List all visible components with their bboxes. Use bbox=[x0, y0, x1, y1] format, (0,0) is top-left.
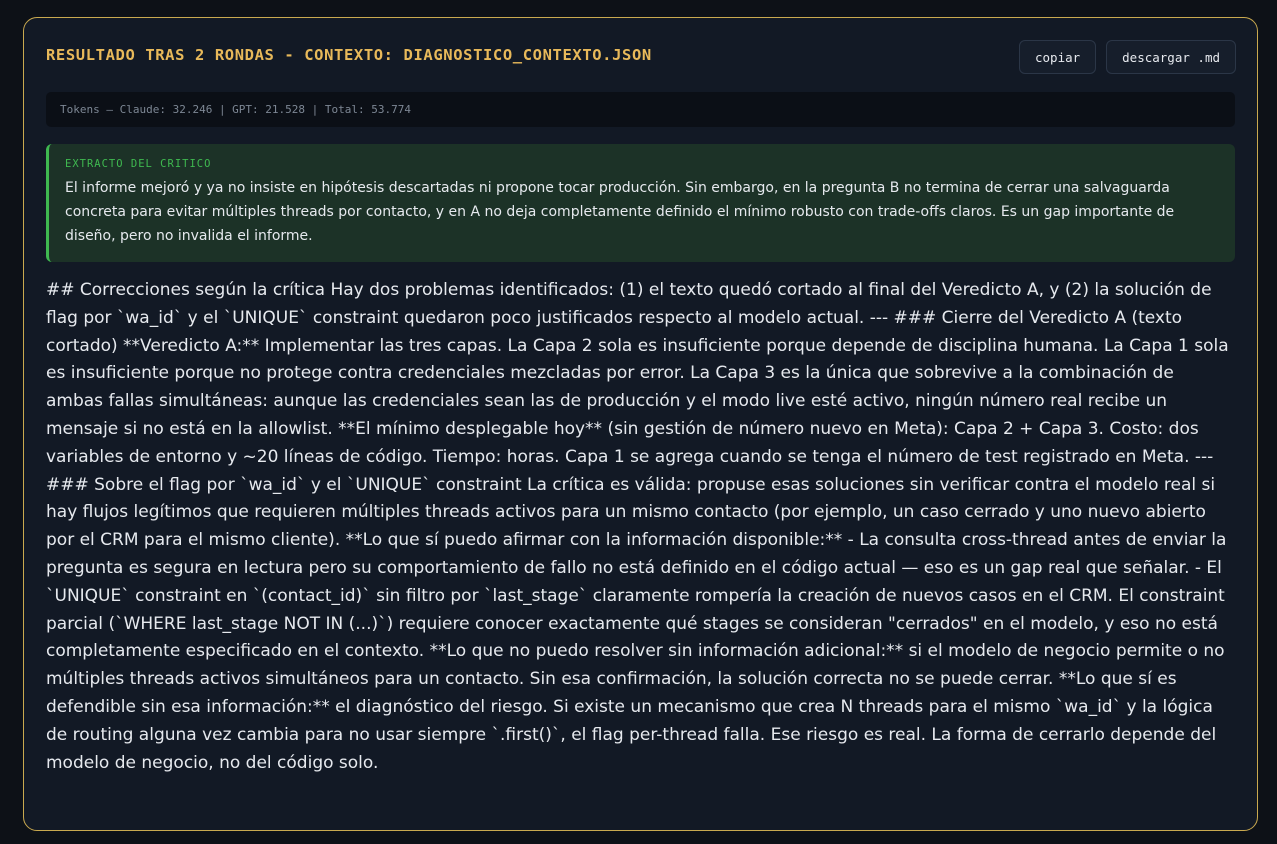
download-md-button[interactable]: descargar .md bbox=[1106, 40, 1236, 74]
critic-excerpt-text: El informe mejoró y ya no insiste en hip… bbox=[65, 180, 1175, 244]
header-actions: copiar descargar .md bbox=[1019, 40, 1236, 74]
token-usage-bar: Tokens — Claude: 32.246 | GPT: 21.528 | … bbox=[46, 92, 1235, 127]
result-panel: RESULTADO TRAS 2 RONDAS - CONTEXTO: DIAG… bbox=[23, 17, 1258, 831]
panel-header: RESULTADO TRAS 2 RONDAS - CONTEXTO: DIAG… bbox=[46, 40, 1236, 92]
critic-excerpt-label: EXTRACTO DEL CRITICO bbox=[65, 158, 212, 170]
result-body-text: ## Correcciones según la crítica Hay dos… bbox=[46, 280, 1229, 773]
copy-button[interactable]: copiar bbox=[1019, 40, 1097, 74]
critic-excerpt: EXTRACTO DEL CRITICO El informe mejoró y… bbox=[46, 144, 1235, 262]
panel-title: RESULTADO TRAS 2 RONDAS - CONTEXTO: DIAG… bbox=[46, 46, 652, 64]
